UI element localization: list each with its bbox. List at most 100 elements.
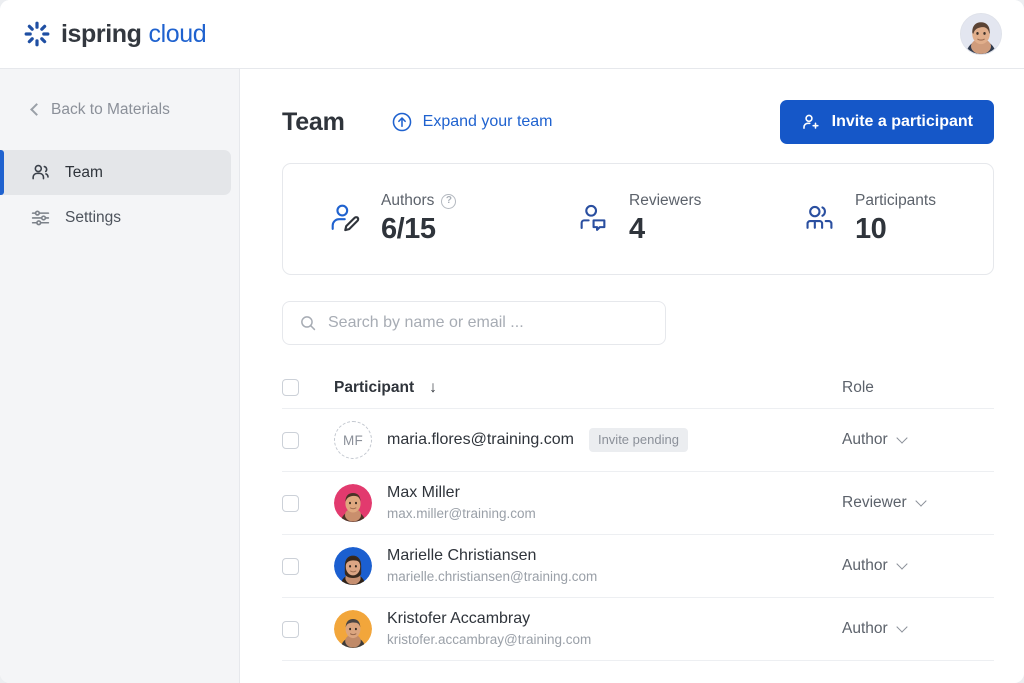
chevron-down-icon[interactable] — [896, 621, 907, 632]
brand-name-primary: ispring — [61, 20, 142, 49]
person-plus-icon — [801, 112, 821, 132]
status-badge: Invite pending — [589, 428, 688, 452]
participant-email: kristofer.accambray@training.com — [387, 630, 591, 649]
expand-your-team-label: Expand your team — [423, 113, 553, 131]
stat-value: 10 — [855, 213, 936, 246]
avatar-initials: MF — [334, 421, 372, 459]
user-avatar-photo — [961, 14, 1001, 54]
ispring-burst-icon — [24, 21, 50, 47]
avatar-photo — [334, 484, 372, 522]
stat-value: 4 — [629, 213, 701, 246]
role-label: Author — [842, 557, 888, 575]
participant-name: Marielle Christiansen — [387, 546, 597, 566]
participant-info: Marielle Christiansen marielle.christian… — [387, 546, 597, 586]
stat-label-row: Reviewers — [629, 192, 701, 210]
brand-name-secondary: cloud — [149, 20, 207, 49]
main-content: Team Expand your team Invite a participa… — [240, 69, 1024, 683]
stat-label-row: Authors ? — [381, 192, 456, 210]
reviewer-comment-icon — [575, 200, 613, 238]
role-label: Reviewer — [842, 494, 907, 512]
back-to-materials-label: Back to Materials — [51, 101, 170, 119]
row-checkbox[interactable] — [282, 495, 299, 512]
row-checkbox[interactable] — [282, 432, 299, 449]
participants-group-icon — [801, 200, 839, 238]
search-input[interactable] — [328, 314, 649, 332]
row-select-cell — [282, 621, 334, 638]
role-cell[interactable]: Author — [842, 431, 990, 449]
avatar — [334, 547, 372, 585]
participant-cell: MF maria.flores@training.com Invite pend… — [334, 421, 842, 459]
role-label: Author — [842, 620, 888, 638]
role-cell[interactable]: Author — [842, 620, 990, 638]
chevron-down-icon[interactable] — [915, 495, 926, 506]
invite-a-participant-label: Invite a participant — [832, 113, 973, 131]
stat-reviewers: Reviewers 4 — [575, 192, 801, 246]
table-row[interactable]: Marielle Christiansen marielle.christian… — [282, 535, 994, 598]
arrow-up-circle-icon — [391, 111, 413, 133]
participant-cell: Max Miller max.miller@training.com — [334, 483, 842, 523]
search-box[interactable] — [282, 301, 666, 345]
sidebar: Back to Materials Team — [0, 69, 240, 683]
participant-name: Max Miller — [387, 483, 536, 503]
participant-email: marielle.christiansen@training.com — [387, 567, 597, 586]
author-pencil-icon — [327, 200, 365, 238]
stat-label: Authors — [381, 192, 434, 210]
role-cell[interactable]: Author — [842, 557, 990, 575]
chevron-down-icon[interactable] — [896, 432, 907, 443]
sidebar-item-label: Settings — [65, 209, 121, 227]
table-row[interactable]: Kristofer Accambray kristofer.accambray@… — [282, 598, 994, 661]
select-all-cell — [282, 379, 334, 396]
role-cell[interactable]: Reviewer — [842, 494, 990, 512]
row-checkbox[interactable] — [282, 558, 299, 575]
team-stats-card: Authors ? 6/15 Reviewers 4 — [282, 163, 994, 275]
avatar-photo — [334, 610, 372, 648]
stat-authors: Authors ? 6/15 — [327, 192, 575, 246]
row-select-cell — [282, 495, 334, 512]
participants-table: Participant ↓ Role MF maria.flores@train… — [282, 367, 994, 661]
column-header-role-label: Role — [842, 379, 874, 397]
stat-participants: Participants 10 — [801, 192, 936, 246]
team-people-icon — [30, 162, 51, 183]
table-row[interactable]: MF maria.flores@training.com Invite pend… — [282, 409, 994, 472]
avatar-photo — [334, 547, 372, 585]
participant-cell: Kristofer Accambray kristofer.accambray@… — [334, 609, 842, 649]
avatar[interactable] — [960, 13, 1002, 55]
expand-your-team-link[interactable]: Expand your team — [391, 111, 553, 133]
sidebar-item-team[interactable]: Team — [0, 150, 231, 195]
chevron-down-icon[interactable] — [896, 558, 907, 569]
table-row[interactable]: Max Miller max.miller@training.com Revie… — [282, 472, 994, 535]
participant-cell: Marielle Christiansen marielle.christian… — [334, 546, 842, 586]
stat-label-row: Participants — [855, 192, 936, 210]
invite-a-participant-button[interactable]: Invite a participant — [780, 100, 994, 144]
app-window: ispring cloud Back to Materials — [0, 0, 1024, 683]
column-header-role: Role — [842, 379, 990, 397]
back-to-materials-link[interactable]: Back to Materials — [0, 95, 239, 125]
avatar — [334, 484, 372, 522]
sidebar-nav: Team Settings — [0, 150, 239, 240]
top-bar: ispring cloud — [0, 0, 1024, 69]
page-title: Team — [282, 108, 345, 137]
brand-logo[interactable]: ispring cloud — [24, 20, 206, 49]
participant-email: maria.flores@training.com — [387, 431, 574, 449]
participant-info: Kristofer Accambray kristofer.accambray@… — [387, 609, 591, 649]
select-all-checkbox[interactable] — [282, 379, 299, 396]
page-header: Team Expand your team Invite a participa… — [282, 99, 994, 145]
column-header-participant-label: Participant — [334, 379, 414, 397]
participant-info: Max Miller max.miller@training.com — [387, 483, 536, 523]
row-checkbox[interactable] — [282, 621, 299, 638]
sliders-icon — [30, 207, 51, 228]
row-select-cell — [282, 558, 334, 575]
stat-label: Reviewers — [629, 192, 701, 210]
column-header-participant[interactable]: Participant ↓ — [334, 379, 842, 397]
role-label: Author — [842, 431, 888, 449]
stat-value: 6/15 — [381, 213, 456, 246]
sidebar-item-settings[interactable]: Settings — [0, 195, 231, 240]
sidebar-item-label: Team — [65, 164, 103, 182]
sort-descending-icon: ↓ — [429, 379, 437, 397]
avatar — [334, 610, 372, 648]
row-select-cell — [282, 432, 334, 449]
participant-email: max.miller@training.com — [387, 504, 536, 523]
help-icon[interactable]: ? — [441, 194, 456, 209]
participant-name: Kristofer Accambray — [387, 609, 591, 629]
search-icon — [299, 314, 317, 332]
